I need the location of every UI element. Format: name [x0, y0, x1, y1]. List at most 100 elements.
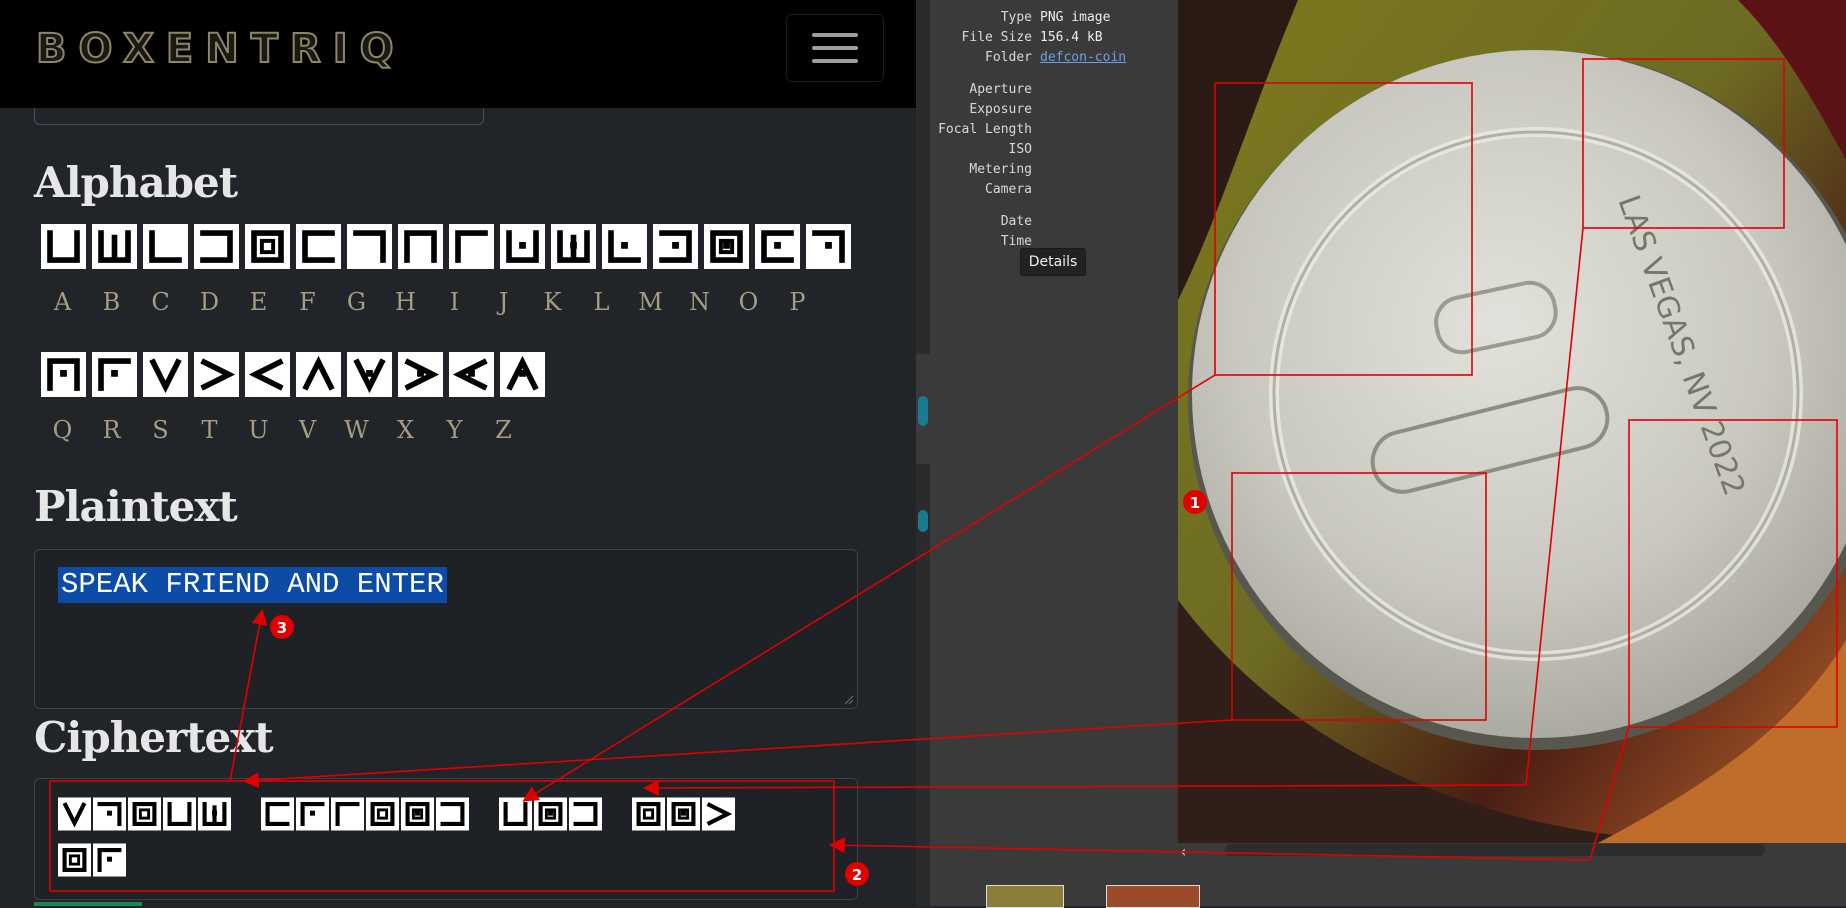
alphabet-letter-m: M — [638, 288, 663, 316]
glyph-i — [331, 797, 364, 831]
meta-key: Metering — [969, 162, 1032, 177]
horizontal-scrollbar[interactable] — [1225, 844, 1765, 856]
alphabet-letter-e: E — [249, 288, 268, 316]
glyph-w — [347, 352, 392, 397]
alphabet-letters-row-2: Q R S T U VWX Y Z — [38, 416, 528, 444]
glyph-q — [41, 352, 86, 397]
alphabet-letter-o: O — [738, 288, 759, 316]
glyph-c — [143, 224, 188, 269]
glyph-z — [500, 352, 545, 397]
glyph-s — [143, 352, 188, 397]
cipher-tool-pane: Alphabet A B C D E F GH I J K LMNO P Q R S T U VWX Y Z Pla… — [0, 0, 916, 906]
glyph-j — [500, 224, 545, 269]
hamburger-menu-button[interactable] — [786, 14, 884, 82]
glyph-h — [398, 224, 443, 269]
ciphertext-heading: Ciphertext — [34, 713, 274, 762]
alphabet-letter-f: F — [299, 288, 316, 316]
glyph-e — [632, 797, 665, 831]
alphabet-letter-i: I — [449, 288, 460, 316]
plaintext-selected-text[interactable]: SPEAK FRIEND AND ENTER — [58, 567, 447, 603]
cipher-word — [58, 796, 231, 832]
thumbnail-2[interactable] — [1106, 885, 1200, 908]
alphabet-letter-z: Z — [495, 416, 512, 444]
glyph-d — [194, 224, 239, 269]
meta-key: Folder — [985, 50, 1032, 65]
cipher-word — [632, 796, 735, 832]
cipher-word — [499, 796, 602, 832]
alphabet-letter-u: U — [248, 416, 269, 444]
cipher-word — [261, 796, 469, 832]
cipher-word — [58, 842, 126, 878]
alphabet-letter-t: T — [201, 416, 218, 444]
meta-key: Camera — [985, 182, 1032, 197]
glyph-b — [92, 224, 137, 269]
pane-divider[interactable] — [916, 0, 930, 906]
alphabet-letter-l: L — [593, 288, 610, 316]
glyph-k — [198, 797, 231, 831]
glyph-k — [551, 224, 596, 269]
meta-key: Date — [1000, 214, 1032, 229]
meta-key: Aperture — [969, 82, 1032, 97]
meta-key: File Size — [961, 30, 1032, 45]
glyph-p — [806, 224, 851, 269]
coin-photo: LAS VEGAS, NV 2022 — [1178, 0, 1846, 843]
top-navbar: BOXENTRIQ — [0, 0, 916, 108]
glyph-t — [702, 797, 735, 831]
glyph-n — [534, 797, 567, 831]
resize-handle-icon[interactable] — [844, 695, 854, 705]
glyph-g — [347, 224, 392, 269]
ciphertext-line-2 — [58, 842, 126, 878]
glyph-a — [163, 797, 196, 831]
alphabet-letter-v: V — [298, 416, 317, 444]
glyph-t — [194, 352, 239, 397]
glyph-e — [245, 224, 290, 269]
glyph-e — [58, 843, 91, 877]
glyph-s — [58, 797, 91, 831]
glyph-d — [436, 797, 469, 831]
glyph-p — [93, 797, 126, 831]
meta-key: Type — [1000, 10, 1032, 25]
glyph-i — [449, 224, 494, 269]
meta-key: Focal Length — [938, 122, 1032, 137]
alphabet-letter-n: N — [689, 288, 710, 316]
glyph-o — [755, 224, 800, 269]
alphabet-letter-a: A — [53, 288, 72, 316]
alphabet-glyphs-row-1 — [40, 224, 854, 269]
alphabet-letter-s: S — [152, 416, 169, 444]
glyph-f — [296, 224, 341, 269]
alphabet-letter-j: J — [498, 288, 509, 316]
glyph-y — [449, 352, 494, 397]
image-metadata-panel: Type PNG image File Size 156.4 kB Folder defc… — [916, 0, 1178, 906]
alphabet-letter-r: R — [102, 416, 121, 444]
glyph-n — [704, 224, 749, 269]
brand-logo[interactable]: BOXENTRIQ — [35, 25, 406, 73]
meta-value[interactable]: defcon-coin — [1040, 50, 1126, 65]
alphabet-letter-c: C — [151, 288, 170, 316]
glyph-d — [569, 797, 602, 831]
glyph-n — [667, 797, 700, 831]
alphabet-letter-q: Q — [52, 416, 73, 444]
alphabet-letter-g: G — [346, 288, 367, 316]
plaintext-heading: Plaintext — [34, 482, 238, 531]
details-button[interactable]: Details — [1020, 248, 1086, 276]
coin-image: LAS VEGAS, NV 2022 — [1178, 0, 1846, 843]
glyph-a — [41, 224, 86, 269]
scroll-left-arrow-icon[interactable]: ‹ — [1180, 842, 1186, 861]
ciphertext-line-1 — [58, 796, 735, 832]
alphabet-letter-y: Y — [446, 416, 463, 444]
alphabet-letter-b: B — [102, 288, 121, 316]
glyph-v — [296, 352, 341, 397]
glyph-u — [245, 352, 290, 397]
thumbnail-1[interactable] — [986, 885, 1064, 908]
green-button-edge[interactable] — [34, 902, 142, 906]
glyph-m — [653, 224, 698, 269]
alphabet-letter-h: H — [395, 288, 416, 316]
alphabet-letter-x: X — [396, 416, 415, 444]
glyph-x — [398, 352, 443, 397]
glyph-r — [92, 352, 137, 397]
glyph-e — [128, 797, 161, 831]
glyph-r — [93, 843, 126, 877]
glyph-n — [401, 797, 434, 831]
alphabet-letters-row-1: A B C D E F GH I J K LMNO P — [38, 288, 822, 316]
glyph-e — [366, 797, 399, 831]
